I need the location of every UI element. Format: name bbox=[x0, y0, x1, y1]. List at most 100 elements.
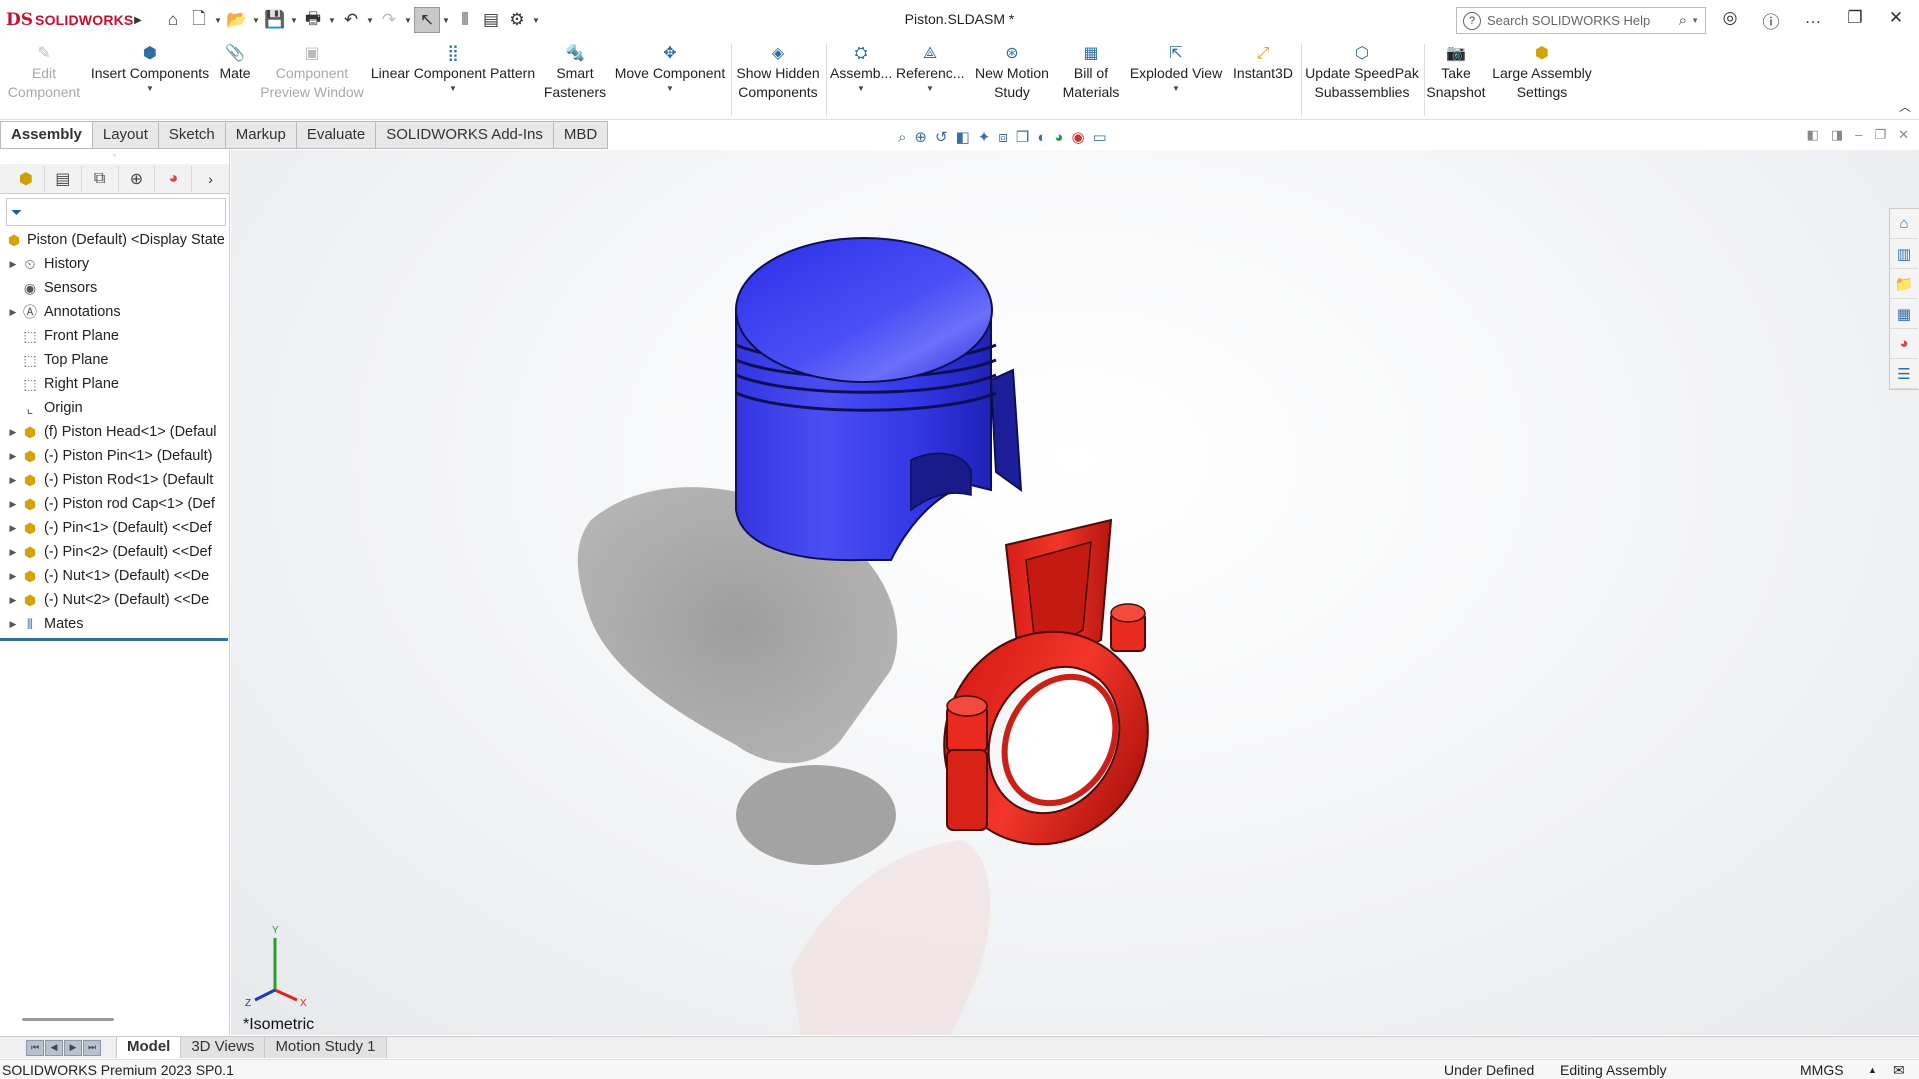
view-settings-icon[interactable]: ▭ bbox=[1093, 128, 1107, 146]
expand-arrow-icon[interactable]: ▶ bbox=[6, 499, 20, 510]
insert-components-button[interactable]: ⬢ Insert Components ▼ bbox=[88, 44, 212, 94]
zoom-to-fit-icon[interactable]: ⌕ bbox=[898, 129, 906, 146]
options-dropdown-icon[interactable]: ▼ bbox=[530, 16, 542, 25]
new-dropdown-icon[interactable]: ▼ bbox=[212, 16, 224, 25]
piston-assembly-model[interactable] bbox=[231, 150, 1919, 1035]
viewport-close-icon[interactable]: ✕ bbox=[1898, 127, 1909, 143]
hide-show-items-icon[interactable]: ◐ bbox=[1037, 129, 1046, 146]
viewport-restore-icon[interactable]: ❐ bbox=[1874, 127, 1886, 143]
insert-components-dropdown-icon[interactable]: ▼ bbox=[88, 84, 212, 94]
section-view-icon[interactable]: ◧ bbox=[956, 128, 970, 146]
smart-fasteners-button[interactable]: 🔩 Smart Fasteners bbox=[540, 44, 610, 102]
undo-dropdown-icon[interactable]: ▼ bbox=[364, 16, 376, 25]
apply-scene-icon[interactable]: ◉ bbox=[1071, 128, 1084, 146]
tree-item-sensors[interactable]: ◉ Sensors bbox=[0, 276, 229, 300]
large-assembly-settings-button[interactable]: ⬢ Large Assembly Settings bbox=[1490, 44, 1594, 102]
more-options-icon[interactable]: … bbox=[1801, 8, 1825, 28]
open-dropdown-icon[interactable]: ▼ bbox=[250, 16, 262, 25]
panel-grip[interactable]: ◦ bbox=[0, 150, 229, 164]
tab-model[interactable]: Model bbox=[116, 1037, 182, 1058]
next-tab-icon[interactable]: ▶ bbox=[64, 1039, 82, 1056]
search-dropdown-icon[interactable]: ▼ bbox=[1691, 16, 1699, 25]
move-component-button[interactable]: ✥ Move Component ▼ bbox=[612, 44, 728, 94]
tree-item-piston-rod-cap[interactable]: ▶ ⬢ (-) Piston rod Cap<1> (Def bbox=[0, 492, 229, 516]
expand-arrow-icon[interactable]: ▶ bbox=[6, 571, 20, 582]
update-speedpak-button[interactable]: ⬡ Update SpeedPak Subassemblies bbox=[1304, 44, 1420, 102]
reference-geometry-dropdown-icon[interactable]: ▼ bbox=[896, 84, 964, 94]
unit-system[interactable]: MMGS bbox=[1800, 1062, 1844, 1078]
tab-solidworks-add-ins[interactable]: SOLIDWORKS Add-Ins bbox=[376, 121, 554, 149]
tree-item-nut-1[interactable]: ▶ ⬢ (-) Nut<1> (Default) <<De bbox=[0, 564, 229, 588]
more-tabs-chevron-icon[interactable]: › bbox=[192, 166, 229, 192]
flyout-arrow-icon[interactable]: ▶ bbox=[130, 7, 146, 33]
tab-motion-study-1[interactable]: Motion Study 1 bbox=[264, 1037, 387, 1058]
home-icon[interactable]: ⌂ bbox=[160, 7, 186, 33]
tree-item-piston-pin[interactable]: ▶ ⬢ (-) Piston Pin<1> (Default) bbox=[0, 444, 229, 468]
user-account-icon[interactable]: ◎ bbox=[1718, 8, 1742, 28]
configurationmanager-tab-icon[interactable]: ⧉ bbox=[82, 165, 119, 192]
zoom-to-area-icon[interactable]: ⊕ bbox=[914, 128, 927, 146]
select-dropdown-icon[interactable]: ▼ bbox=[440, 16, 452, 25]
view-orientation-icon[interactable]: ⧈ bbox=[998, 129, 1008, 146]
undo-icon[interactable]: ↶ bbox=[338, 7, 364, 33]
open-folder-icon[interactable]: 📂 bbox=[224, 7, 250, 33]
linear-component-pattern-button[interactable]: ⣿ Linear Component Pattern ▼ bbox=[370, 44, 536, 94]
move-component-dropdown-icon[interactable]: ▼ bbox=[612, 84, 728, 94]
select-pointer-icon[interactable]: ↖ bbox=[414, 7, 440, 33]
options-gear-icon[interactable]: ⚙ bbox=[504, 7, 530, 33]
exploded-view-button[interactable]: ⇱ Exploded View ▼ bbox=[1128, 44, 1224, 94]
expand-arrow-icon[interactable]: ▶ bbox=[6, 619, 20, 630]
expand-arrow-icon[interactable]: ▶ bbox=[6, 523, 20, 534]
dimxpertmanager-tab-icon[interactable]: ⊕ bbox=[119, 165, 156, 192]
previous-view-icon[interactable]: ↺ bbox=[935, 128, 948, 146]
search-help-field[interactable]: ? Search SOLIDWORKS Help ⌕ ▼ bbox=[1456, 7, 1706, 34]
bill-of-materials-button[interactable]: ▦ Bill of Materials bbox=[1058, 44, 1124, 102]
graphics-area[interactable]: Y X Z *Isometric ⌂ ▥ 📁 ▦ ◕ ☰ bbox=[231, 150, 1919, 1035]
tree-item-top-plane[interactable]: ⬚ Top Plane bbox=[0, 348, 229, 372]
previous-tab-icon[interactable]: ◀ bbox=[45, 1039, 63, 1056]
units-up-arrow-icon[interactable]: ▲ bbox=[1868, 1065, 1877, 1075]
tree-horizontal-scrollbar[interactable] bbox=[22, 1018, 114, 1021]
tree-end-rollback-bar[interactable] bbox=[0, 638, 228, 641]
new-motion-study-button[interactable]: ⊛ New Motion Study bbox=[970, 44, 1054, 102]
search-icon[interactable]: ⌕ bbox=[1679, 12, 1687, 29]
expand-arrow-icon[interactable]: ▶ bbox=[6, 307, 20, 318]
exploded-view-dropdown-icon[interactable]: ▼ bbox=[1128, 84, 1224, 94]
solidworks-logo[interactable]: DS SOLIDWORKS bbox=[0, 10, 133, 30]
first-tab-icon[interactable]: ⏮ bbox=[26, 1039, 44, 1056]
tree-item-right-plane[interactable]: ⬚ Right Plane bbox=[0, 372, 229, 396]
mate-button[interactable]: 📎 Mate bbox=[214, 44, 256, 83]
featuremanager-tab-icon[interactable]: ⬢ bbox=[8, 165, 45, 192]
tab-assembly[interactable]: Assembly bbox=[0, 121, 93, 149]
tab-evaluate[interactable]: Evaluate bbox=[296, 121, 377, 149]
rebuild-traffic-light-icon[interactable]: ⦀ bbox=[452, 7, 478, 33]
displaymanager-tab-icon[interactable]: ◕ bbox=[155, 165, 193, 192]
tree-item-origin[interactable]: ⌞ Origin bbox=[0, 396, 229, 420]
tree-item-pin-1[interactable]: ▶ ⬢ (-) Pin<1> (Default) <<Def bbox=[0, 516, 229, 540]
viewport-tile-left-icon[interactable]: ◧ bbox=[1807, 127, 1819, 143]
last-tab-icon[interactable]: ⏭ bbox=[83, 1039, 101, 1056]
tree-item-piston-head[interactable]: ▶ ⬢ (f) Piston Head<1> (Defaul bbox=[0, 420, 229, 444]
tree-item-history[interactable]: ▶ ⏲ History bbox=[0, 252, 229, 276]
save-icon[interactable]: 💾 bbox=[262, 7, 288, 33]
viewport-minimize-icon[interactable]: – bbox=[1855, 127, 1862, 143]
view-palette-icon[interactable]: ▦ bbox=[1890, 299, 1918, 329]
close-window-icon[interactable]: ✕ bbox=[1884, 8, 1908, 28]
tree-item-pin-2[interactable]: ▶ ⬢ (-) Pin<2> (Default) <<Def bbox=[0, 540, 229, 564]
expand-arrow-icon[interactable]: ▶ bbox=[6, 427, 20, 438]
quick-tips-icon[interactable]: ✉ bbox=[1893, 1062, 1905, 1079]
take-snapshot-button[interactable]: 📷 Take Snapshot bbox=[1426, 44, 1486, 102]
viewport-tile-right-icon[interactable]: ◨ bbox=[1831, 127, 1843, 143]
file-explorer-icon[interactable]: 📁 bbox=[1890, 269, 1918, 299]
print-dropdown-icon[interactable]: ▼ bbox=[326, 16, 338, 25]
collapse-ribbon-icon[interactable]: ︿ bbox=[1899, 98, 1911, 115]
expand-arrow-icon[interactable]: ▶ bbox=[6, 259, 20, 270]
assembly-features-dropdown-icon[interactable]: ▼ bbox=[830, 84, 892, 94]
tree-item-nut-2[interactable]: ▶ ⬢ (-) Nut<2> (Default) <<De bbox=[0, 588, 229, 612]
search-input[interactable]: Search SOLIDWORKS Help bbox=[1487, 13, 1679, 28]
tree-item-front-plane[interactable]: ⬚ Front Plane bbox=[0, 324, 229, 348]
tab-layout[interactable]: Layout bbox=[92, 121, 159, 149]
tab-3d-views[interactable]: 3D Views bbox=[180, 1037, 266, 1058]
instant3d-button[interactable]: ⤢ Instant3D bbox=[1228, 44, 1298, 83]
expand-arrow-icon[interactable]: ▶ bbox=[6, 595, 20, 606]
